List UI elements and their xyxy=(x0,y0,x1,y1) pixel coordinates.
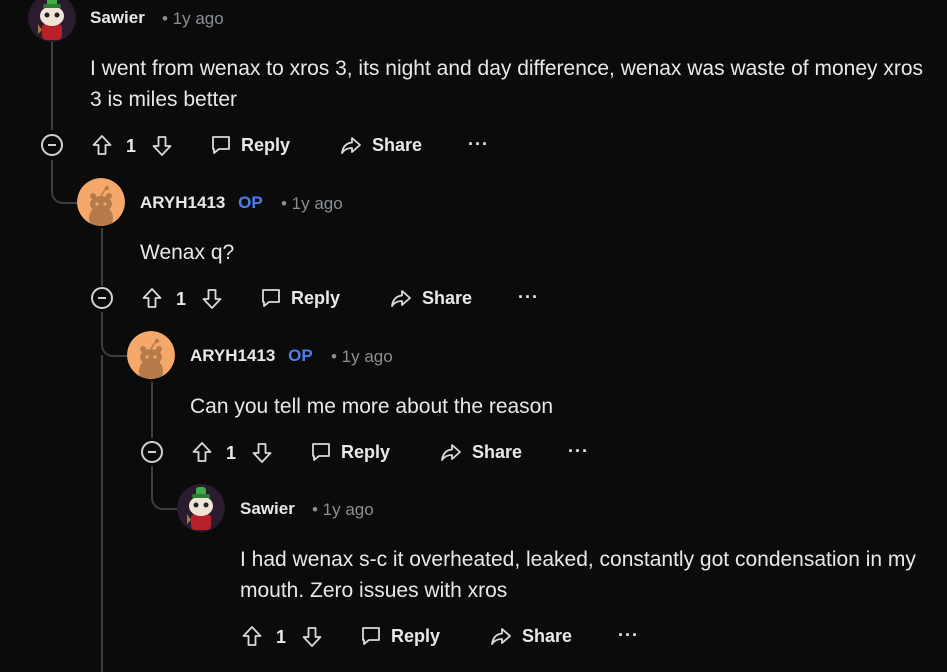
collapse-minus-icon[interactable] xyxy=(91,287,113,309)
thread-elbow-3 xyxy=(151,466,179,510)
reply-label: Reply xyxy=(391,625,441,646)
arrow-up-icon[interactable] xyxy=(140,286,164,310)
comment-bubble-icon xyxy=(259,286,283,310)
timestamp: • 1y ago xyxy=(312,500,374,519)
reply-button[interactable]: Reply xyxy=(209,133,290,157)
comment-bubble-icon xyxy=(209,133,233,157)
timestamp: • 1y ago xyxy=(281,194,343,213)
arrow-up-icon[interactable] xyxy=(190,440,214,464)
share-arrow-icon xyxy=(488,624,514,648)
share-button[interactable]: Share xyxy=(488,624,572,648)
vote-count: 1 xyxy=(276,627,287,647)
thread-line-2 xyxy=(101,228,103,286)
comment-bubble-icon xyxy=(359,624,383,648)
username-text[interactable]: ARYH1413 xyxy=(140,193,225,212)
share-label: Share xyxy=(472,441,523,462)
vote-count: 1 xyxy=(126,136,137,156)
more-options-button[interactable]: ··· xyxy=(518,287,539,308)
share-label: Share xyxy=(372,134,423,155)
collapse-minus-icon[interactable] xyxy=(141,441,163,463)
op-badge: OP xyxy=(288,346,313,365)
username-text[interactable]: ARYH1413 xyxy=(190,346,275,365)
thread-elbow-1 xyxy=(51,160,79,204)
timestamp: • 1y ago xyxy=(162,9,224,28)
share-arrow-icon xyxy=(438,440,464,464)
share-button[interactable]: Share xyxy=(438,440,522,464)
comment-text: Wenax q? xyxy=(140,241,235,264)
op-badge: OP xyxy=(238,193,263,212)
share-button[interactable]: Share xyxy=(338,133,422,157)
user-avatar[interactable] xyxy=(28,0,76,42)
arrow-down-icon[interactable] xyxy=(150,134,174,158)
reply-label: Reply xyxy=(341,441,391,462)
reply-button[interactable]: Reply xyxy=(309,440,390,464)
reply-label: Reply xyxy=(241,134,291,155)
vote-count: 1 xyxy=(226,443,237,463)
arrow-up-icon[interactable] xyxy=(90,133,114,157)
user-avatar[interactable] xyxy=(77,178,125,226)
arrow-down-icon[interactable] xyxy=(300,625,324,649)
more-options-button[interactable]: ··· xyxy=(568,441,589,462)
reply-button[interactable]: Reply xyxy=(259,286,340,310)
share-label: Share xyxy=(522,625,573,646)
comment-bubble-icon xyxy=(309,440,333,464)
username[interactable]: Sawier xyxy=(240,499,295,519)
comment-text: I had wenax s-c it overheated, leaked, c… xyxy=(240,548,916,602)
arrow-up-icon[interactable] xyxy=(240,624,264,648)
collapse-minus-icon[interactable] xyxy=(41,134,63,156)
arrow-down-icon[interactable] xyxy=(250,441,274,465)
username[interactable]: ARYH1413 OP xyxy=(190,346,313,366)
comment-text: I went from wenax to xros 3, its night a… xyxy=(90,57,924,111)
more-options-button[interactable]: ··· xyxy=(618,625,639,646)
user-avatar[interactable] xyxy=(127,331,175,379)
username[interactable]: ARYH1413 OP xyxy=(140,193,263,213)
vote-count: 1 xyxy=(176,289,187,309)
arrow-down-icon[interactable] xyxy=(200,287,224,311)
username[interactable]: Sawier xyxy=(90,8,145,28)
share-arrow-icon xyxy=(388,286,414,310)
share-button[interactable]: Share xyxy=(388,286,472,310)
share-label: Share xyxy=(422,287,473,308)
thread-line-parent xyxy=(101,355,103,672)
comment-text: Can you tell me more about the reason xyxy=(190,395,554,418)
thread-line-3 xyxy=(151,382,153,438)
more-options-button[interactable]: ··· xyxy=(468,134,489,155)
timestamp: • 1y ago xyxy=(331,347,393,366)
reply-button[interactable]: Reply xyxy=(359,624,440,648)
thread-elbow-2 xyxy=(101,312,129,357)
user-avatar[interactable] xyxy=(177,484,225,532)
share-arrow-icon xyxy=(338,133,364,157)
reply-label: Reply xyxy=(291,287,341,308)
thread-line-1 xyxy=(51,42,53,130)
